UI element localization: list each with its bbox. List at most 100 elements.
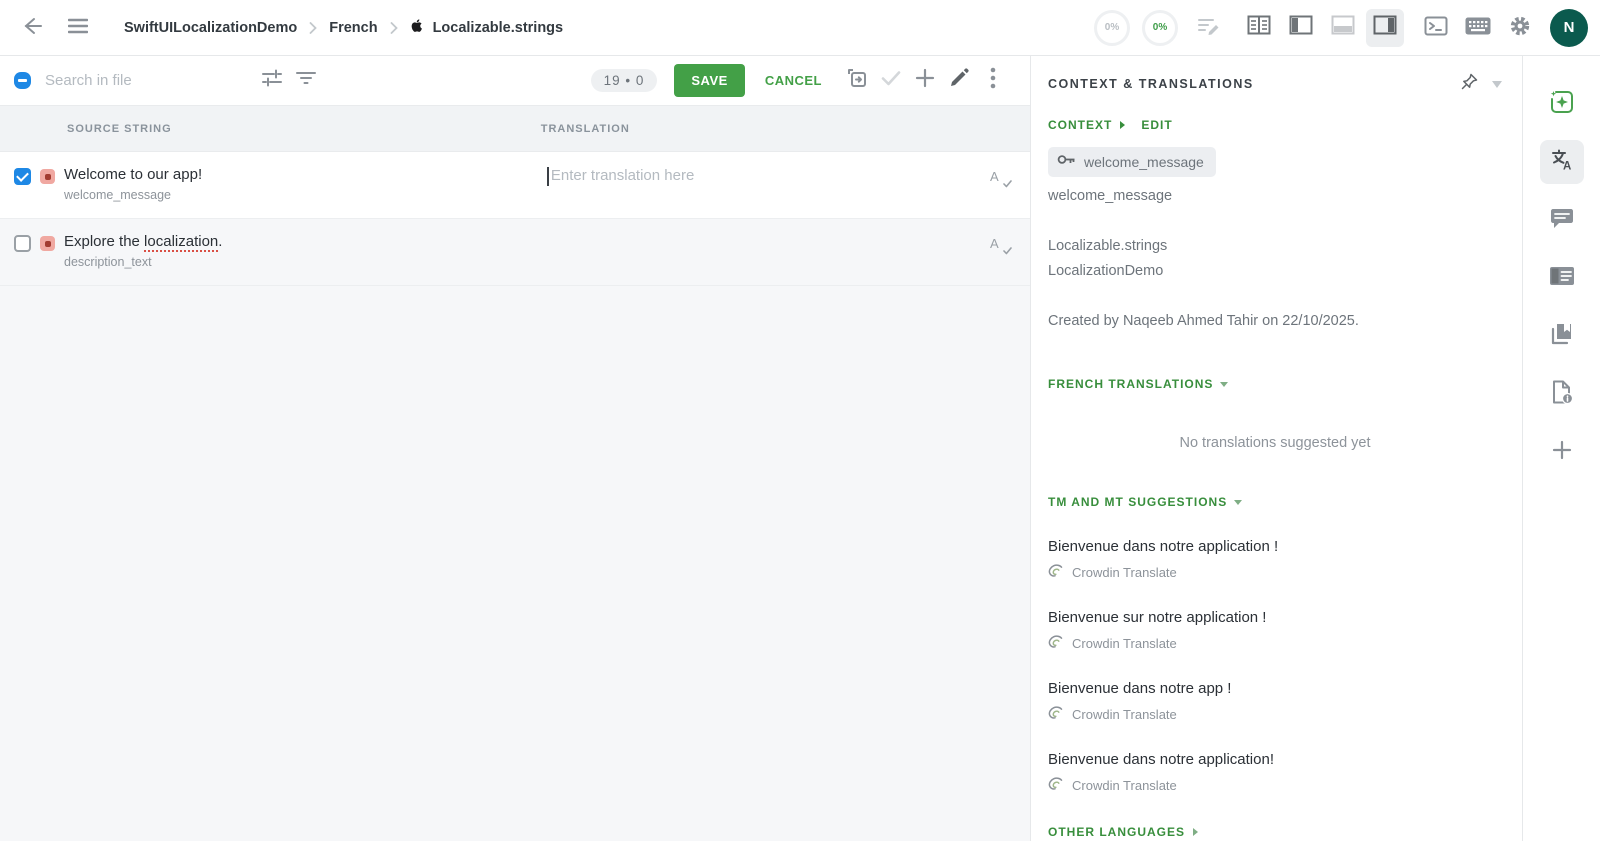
filter-icon <box>295 70 317 91</box>
pencil-icon <box>949 68 969 93</box>
view-left-panel-button[interactable] <box>1282 9 1320 47</box>
check-icon <box>880 69 902 92</box>
gear-icon <box>1508 14 1532 41</box>
editor-panel: 19 • 0 SAVE CANCEL <box>0 56 1030 841</box>
suggestion-item[interactable]: Bienvenue dans notre application ! Crowd… <box>1048 538 1502 580</box>
spellcheck-icon[interactable]: A <box>990 235 1012 255</box>
right-rail: A <box>1522 56 1600 841</box>
apple-icon <box>410 17 425 38</box>
crowdin-logo-icon <box>1048 635 1063 651</box>
select-all-checkbox[interactable] <box>14 72 31 89</box>
collapse-panel-icon[interactable] <box>1492 75 1502 93</box>
untranslated-status-icon <box>40 236 55 251</box>
search-input[interactable] <box>45 72 255 89</box>
settings-button[interactable] <box>1502 10 1538 46</box>
row-checkbox[interactable] <box>14 235 31 252</box>
section-french-translations[interactable]: FRENCH TRANSLATIONS <box>1048 377 1502 391</box>
suggestion-provider: Crowdin Translate <box>1072 777 1177 793</box>
hamburger-icon <box>67 18 89 37</box>
crowdin-logo-icon <box>1048 777 1063 793</box>
sliders-icon <box>261 68 283 93</box>
spellcheck-icon[interactable]: A <box>990 168 1012 188</box>
comments-panel-button[interactable] <box>1540 198 1584 242</box>
string-key: welcome_message <box>64 188 171 202</box>
suggestion-provider: Crowdin Translate <box>1072 706 1177 722</box>
file-context-panel-button[interactable] <box>1540 372 1584 416</box>
plus-icon <box>1552 440 1572 465</box>
crowdin-logo-icon <box>1048 706 1063 722</box>
crowdin-logo-icon <box>1048 564 1063 580</box>
terms-card-icon <box>1549 266 1575 291</box>
pin-panel-icon[interactable] <box>1461 73 1478 95</box>
text-cursor <box>547 167 549 186</box>
chevron-right-icon <box>309 21 317 34</box>
key-icon <box>1057 153 1076 171</box>
copy-source-button[interactable] <box>840 64 874 98</box>
suggestion-text: Bienvenue dans notre app ! <box>1048 680 1232 697</box>
progress-badge-approved[interactable]: 0% <box>1142 9 1178 46</box>
filter-strings-button[interactable] <box>289 64 323 98</box>
suggestion-text: Bienvenue dans notre application ! <box>1048 538 1279 555</box>
edit-string-button[interactable] <box>942 64 976 98</box>
source-edit-button[interactable] <box>1190 10 1226 46</box>
row-checkbox[interactable] <box>14 168 31 185</box>
suggestion-item[interactable]: Bienvenue dans notre application! Crowdi… <box>1048 751 1502 793</box>
chevron-down-icon <box>1234 499 1243 505</box>
left-panel-view-icon <box>1289 15 1313 40</box>
kebab-menu-icon <box>990 67 996 94</box>
menu-button[interactable] <box>60 10 96 46</box>
translation-input[interactable]: Enter translation here <box>551 167 694 184</box>
context-link[interactable]: CONTEXT <box>1048 118 1112 132</box>
string-key: description_text <box>64 255 152 269</box>
terms-panel-button[interactable] <box>1540 256 1584 300</box>
view-side-by-side-button[interactable] <box>1240 9 1278 47</box>
keyboard-icon <box>1465 17 1491 38</box>
table-row[interactable]: Welcome to our app! welcome_message Ente… <box>0 152 1030 219</box>
suggestion-provider: Crowdin Translate <box>1072 564 1177 580</box>
more-menu-button[interactable] <box>976 64 1010 98</box>
breadcrumb-project[interactable]: SwiftUILocalizationDemo <box>124 20 297 36</box>
suggestion-text: Bienvenue sur notre application ! <box>1048 609 1267 626</box>
breadcrumb-file[interactable]: Localizable.strings <box>410 17 564 38</box>
project-name: LocalizationDemo <box>1048 263 1164 279</box>
translate-icon: A <box>1550 148 1574 177</box>
section-tm-mt-suggestions[interactable]: TM AND MT SUGGESTIONS <box>1048 495 1502 509</box>
view-right-panel-button[interactable] <box>1366 8 1404 47</box>
save-button[interactable]: SAVE <box>674 64 745 97</box>
ai-sparkle-icon <box>1549 89 1575 120</box>
source-string-text: Welcome to our app! <box>64 166 203 183</box>
right-panel-view-icon <box>1373 15 1397 40</box>
string-counter: 19 • 0 <box>590 69 658 92</box>
chevron-down-icon <box>1220 381 1229 387</box>
add-panel-button[interactable] <box>1540 430 1584 474</box>
glossary-panel-button[interactable] <box>1540 314 1584 358</box>
view-bottom-panel-button[interactable] <box>1324 9 1362 47</box>
untranslated-status-icon <box>40 169 55 184</box>
avatar[interactable]: N <box>1550 8 1588 47</box>
string-key-chip[interactable]: welcome_message <box>1048 147 1216 177</box>
terminal-icon <box>1424 16 1448 39</box>
edit-context-link[interactable]: EDIT <box>1141 118 1172 132</box>
search-settings-button[interactable] <box>255 64 289 98</box>
editor-toolbar: 19 • 0 SAVE CANCEL <box>0 56 1030 105</box>
bottom-panel-view-icon <box>1331 15 1355 40</box>
suggestion-item[interactable]: Bienvenue sur notre application ! Crowdi… <box>1048 609 1502 651</box>
section-other-languages[interactable]: OTHER LANGUAGES <box>1048 825 1502 839</box>
file-name: Localizable.strings <box>1048 238 1168 254</box>
suggestion-item[interactable]: Bienvenue dans notre app ! Crowdin Trans… <box>1048 680 1502 722</box>
suggestion-text: Bienvenue dans notre application! <box>1048 751 1274 768</box>
breadcrumb-file-name: Localizable.strings <box>432 19 564 36</box>
approve-button[interactable] <box>874 64 908 98</box>
translations-panel-button[interactable]: A <box>1539 140 1584 184</box>
breadcrumb-language[interactable]: French <box>329 20 377 36</box>
add-string-button[interactable] <box>908 64 942 98</box>
comment-bubble-icon <box>1550 207 1574 234</box>
back-button[interactable] <box>14 10 50 46</box>
ai-assistant-button[interactable] <box>1540 82 1584 126</box>
cancel-button[interactable]: CANCEL <box>755 64 832 97</box>
console-button[interactable] <box>1418 10 1454 46</box>
shortcuts-button[interactable] <box>1460 10 1496 46</box>
table-row[interactable]: Explore the localization. description_te… <box>0 219 1030 286</box>
suggestion-provider: Crowdin Translate <box>1072 635 1177 651</box>
progress-badge-translated[interactable]: 0% <box>1094 9 1130 46</box>
